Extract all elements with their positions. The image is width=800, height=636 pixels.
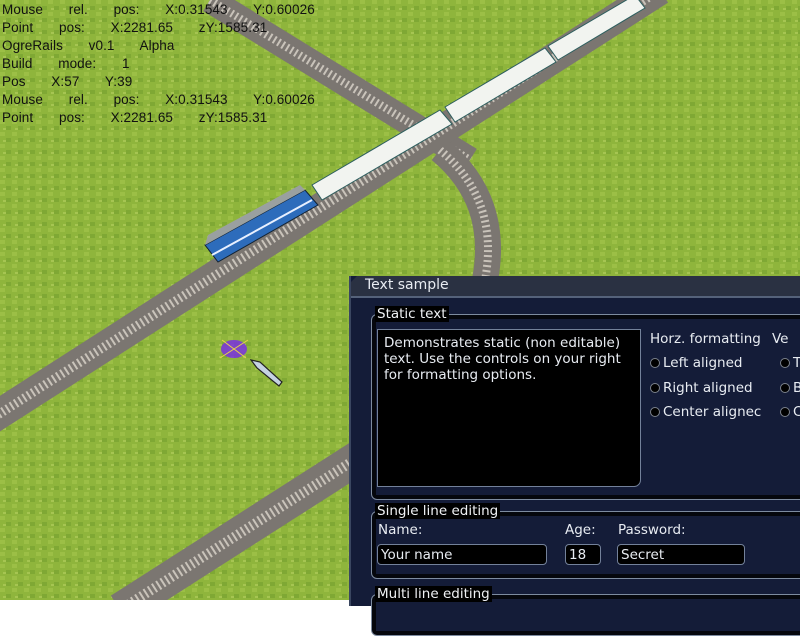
age-input[interactable]: 18 [565,544,601,565]
multi-line-group: Multi line editing [371,586,800,636]
debug-line: Point pos: X:2281.65 zY:1585.31 [2,20,268,35]
debug-line: Point pos: X:2281.65 zY:1585.31 [2,110,268,125]
radio-vert-top[interactable]: T [780,355,800,371]
radio-left-aligned[interactable]: Left aligned [650,355,742,371]
password-label: Password: [618,522,686,538]
radio-label: Right aligned [663,380,753,396]
static-text-legend: Static text [375,306,449,322]
mouse-cursor-icon [250,359,283,387]
age-label: Age: [565,522,596,538]
debug-line: Mouse rel. pos: X:0.31543 Y:0.60026 [2,92,315,107]
radio-label: C [793,404,800,420]
debug-line: Pos X:57 Y:39 [2,74,133,89]
radio-dot-icon [650,383,660,393]
radio-vert-center[interactable]: C [780,404,800,420]
debug-line: Mouse rel. pos: X:0.31543 Y:0.60026 [2,2,315,17]
debug-line: OgreRails v0.1 Alpha [2,38,175,53]
single-line-legend: Single line editing [375,503,501,519]
radio-dot-icon [650,407,660,417]
window-title: Text sample [365,277,449,293]
debug-overlay: Mouse rel. pos: X:0.31543 Y:0.60026 Poin… [2,1,315,127]
radio-label: T [793,355,800,371]
radio-vert-bottom[interactable]: B [780,380,800,396]
radio-dot-icon [650,358,660,368]
radio-right-aligned[interactable]: Right aligned [650,380,753,396]
static-text-content: Demonstrates static (non editable) text.… [384,335,621,383]
name-label: Name: [378,522,423,538]
static-text-box: Demonstrates static (non editable) text.… [377,329,641,487]
radio-label: Left aligned [663,355,743,371]
vert-formatting-heading: Ve [772,331,789,347]
radio-dot-icon [780,358,790,368]
horz-formatting-heading: Horz. formatting [650,331,761,347]
text-sample-window[interactable]: Text sample Static text Demonstrates sta… [349,276,800,636]
static-text-group: Static text Demonstrates static (non edi… [371,306,800,500]
debug-line: Build mode: 1 [2,56,130,71]
radio-center-aligned[interactable]: Center alignec [650,404,761,420]
radio-dot-icon [780,407,790,417]
radio-dot-icon [780,383,790,393]
password-input[interactable]: Secret [617,544,745,565]
radio-label: Center alignec [663,404,762,420]
single-line-group: Single line editing Name: Your name Age:… [371,503,800,579]
name-input[interactable]: Your name [377,544,547,565]
radio-label: B [793,380,800,396]
window-titlebar[interactable]: Text sample [351,276,800,298]
